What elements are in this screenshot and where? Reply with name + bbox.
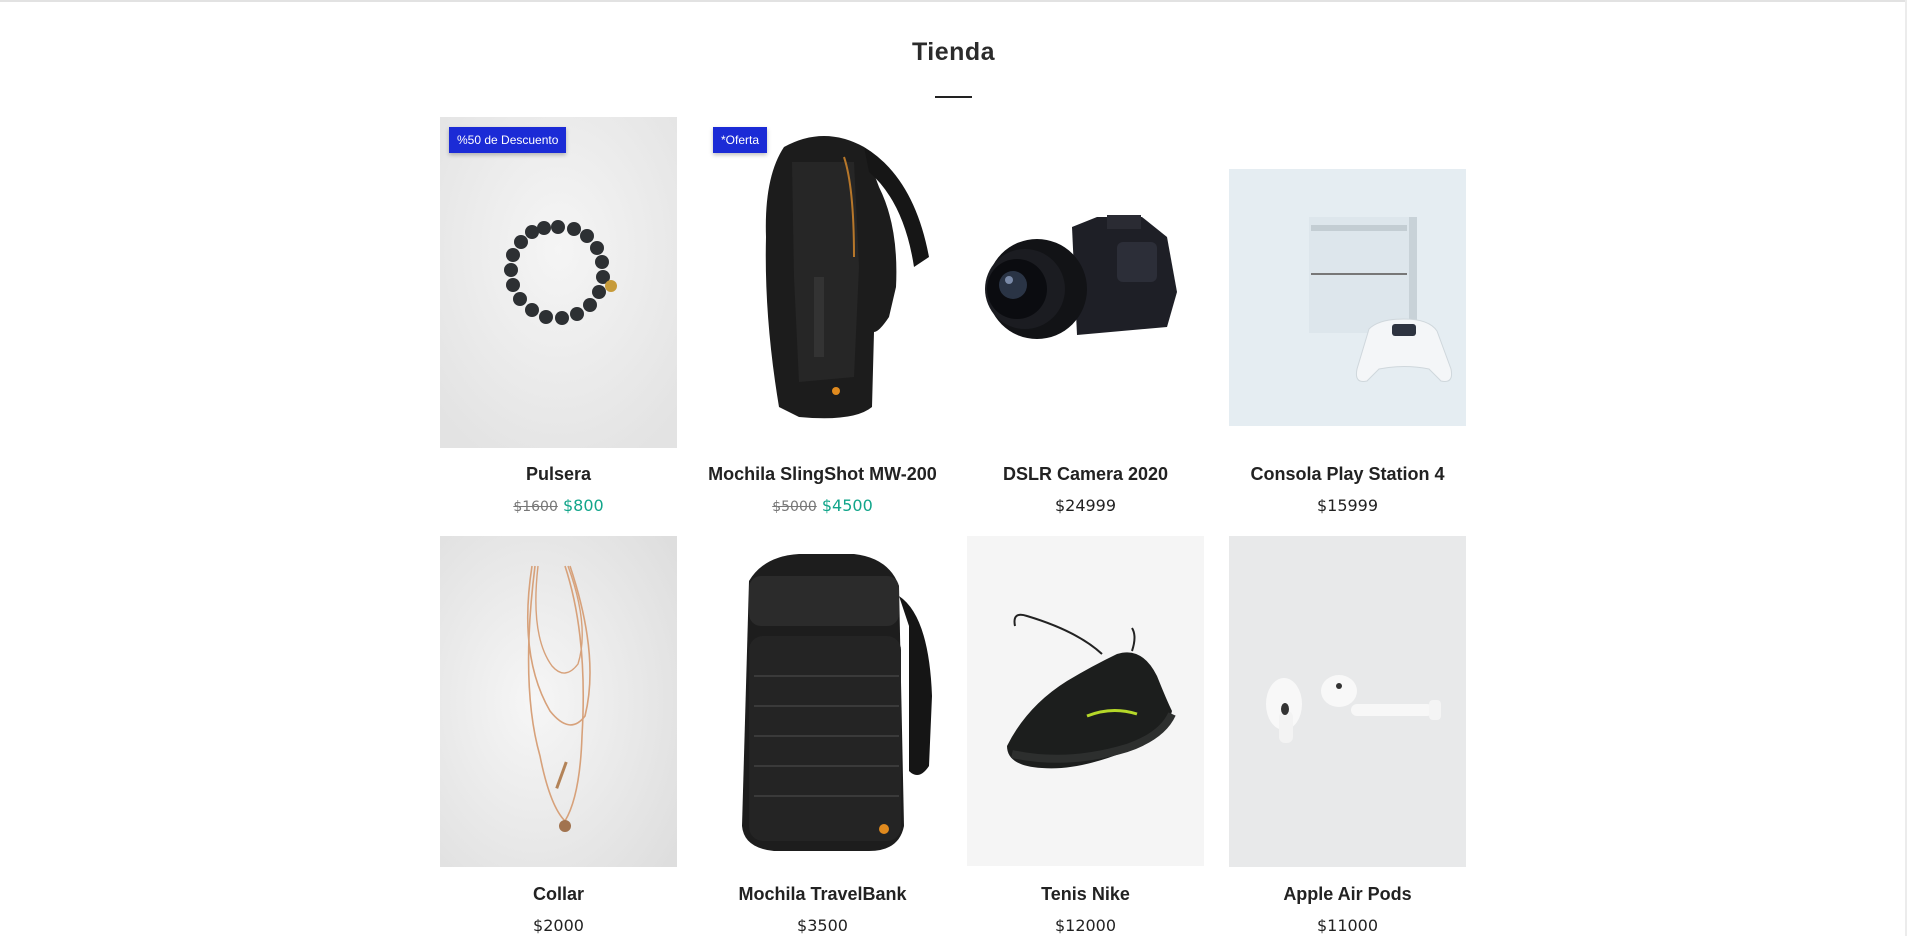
necklace-image	[440, 536, 677, 867]
product-price: $12000	[937, 916, 1234, 935]
console-image	[1229, 169, 1466, 426]
product-name[interactable]: Consola Play Station 4	[1199, 464, 1496, 485]
price: $12000	[1054, 916, 1117, 935]
price: $24999	[1054, 496, 1117, 515]
top-border	[0, 0, 1907, 2]
product-name[interactable]: Tenis Nike	[937, 884, 1234, 905]
product-price: $1600 $800	[410, 496, 707, 515]
discount-badge: %50 de Descuento	[449, 127, 567, 153]
sale-price: $4500	[821, 496, 873, 515]
product-name[interactable]: Mochila SlingShot MW-200	[674, 464, 971, 485]
price: $2000	[533, 916, 584, 935]
product-name[interactable]: Mochila TravelBank	[674, 884, 971, 905]
sale-price: $800	[562, 496, 604, 515]
price: $11000	[1316, 916, 1379, 935]
product-image[interactable]	[440, 536, 677, 867]
product-name[interactable]: DSLR Camera 2020	[937, 464, 1234, 485]
price: $15999	[1316, 496, 1379, 515]
bracelet-image	[440, 117, 677, 448]
product-price: $24999	[937, 496, 1234, 515]
product-price: $11000	[1199, 916, 1496, 935]
product-image[interactable]	[967, 117, 1204, 448]
product-price: $2000	[410, 916, 707, 935]
product-price: $3500	[674, 916, 971, 935]
sling-backpack-image	[765, 136, 929, 419]
product-image[interactable]: *Oferta	[704, 117, 941, 448]
old-price: $5000	[772, 499, 817, 515]
product-price: $5000 $4500	[674, 496, 971, 515]
product-name[interactable]: Apple Air Pods	[1199, 884, 1496, 905]
old-price: $1600	[513, 499, 558, 515]
page-title: Tienda	[911, 38, 996, 66]
product-image[interactable]	[1229, 536, 1466, 867]
product-name[interactable]: Pulsera	[410, 464, 707, 485]
backpack-image	[742, 554, 932, 851]
airpods-image	[1229, 536, 1466, 867]
product-image[interactable]	[704, 536, 941, 867]
product-image[interactable]: %50 de Descuento	[440, 117, 677, 448]
product-price: $15999	[1199, 496, 1496, 515]
title-divider	[935, 96, 972, 98]
offer-badge: *Oferta	[713, 127, 768, 153]
product-name[interactable]: Collar	[410, 884, 707, 905]
price: $3500	[797, 916, 848, 935]
product-image[interactable]	[967, 536, 1204, 866]
sneaker-image	[967, 536, 1204, 866]
product-image[interactable]	[1229, 169, 1466, 426]
camera-image	[985, 215, 1177, 339]
